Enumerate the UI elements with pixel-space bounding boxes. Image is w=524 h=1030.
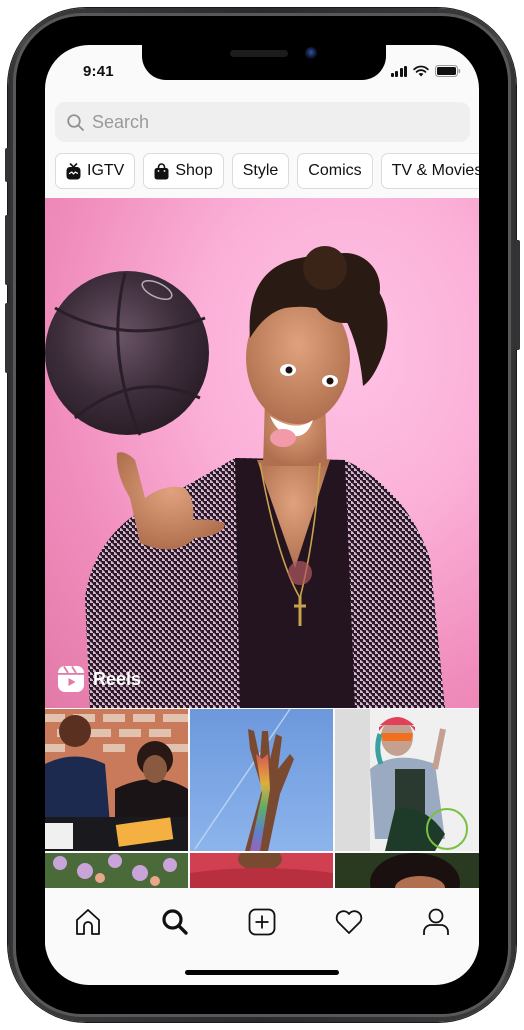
power-button (515, 240, 520, 350)
featured-reel[interactable]: Reels (45, 198, 479, 708)
screen: 9:41 Search IGTV Shop Style Comics TV & … (45, 45, 479, 985)
cellular-signal-icon (390, 65, 407, 77)
category-chips: IGTV Shop Style Comics TV & Movies (55, 153, 479, 189)
reels-icon (58, 666, 84, 692)
search-icon (162, 909, 188, 935)
grid-tile[interactable] (190, 709, 333, 851)
igtv-icon (66, 162, 81, 179)
chip-shop[interactable]: Shop (143, 153, 224, 189)
home-indicator[interactable] (185, 970, 339, 975)
reels-title: Reels (93, 668, 142, 689)
reels-label: Reels (57, 665, 141, 693)
add-post-icon (248, 908, 276, 936)
chip-label: Shop (175, 162, 213, 179)
chip-label: Style (242, 162, 279, 179)
grid-tile[interactable] (45, 709, 188, 851)
explore-grid (45, 709, 479, 888)
grid-tile[interactable] (335, 709, 479, 851)
tab-activity[interactable] (325, 902, 373, 942)
grid-image-person-wheelchair (335, 709, 479, 851)
grid-image-portrait (335, 853, 479, 888)
front-camera (305, 47, 317, 59)
battery-icon (435, 65, 461, 77)
status-icons (390, 65, 462, 77)
grid-image-painting (45, 709, 188, 851)
grid-tile[interactable] (45, 853, 188, 888)
wifi-icon (413, 65, 429, 77)
chip-comics[interactable]: Comics (297, 153, 373, 189)
status-time: 9:41 (83, 63, 114, 80)
chip-igtv[interactable]: IGTV (55, 153, 136, 189)
search-input[interactable] (92, 111, 432, 133)
tab-profile[interactable] (412, 902, 460, 942)
search-bar[interactable] (55, 102, 470, 142)
volume-down-button (5, 303, 10, 373)
profile-icon (422, 908, 449, 935)
home-icon (76, 909, 101, 935)
chip-tv-movies[interactable]: TV & Movies (380, 153, 479, 189)
volume-up-button (5, 215, 10, 285)
chip-label: IGTV (87, 162, 125, 179)
featured-reel-image (45, 246, 445, 708)
tab-bar (45, 890, 479, 950)
speaker-grille (230, 50, 288, 57)
chip-style[interactable]: Style (231, 153, 290, 189)
grid-tile[interactable] (335, 853, 479, 888)
heart-icon (335, 910, 362, 934)
tab-new-post[interactable] (238, 902, 286, 942)
tab-home[interactable] (64, 902, 112, 942)
grid-image-rhinestone-hand (190, 709, 333, 851)
chip-label: Comics (308, 162, 362, 179)
grid-image-flowers (45, 853, 188, 888)
chip-label: TV & Movies (391, 162, 479, 179)
search-icon (67, 113, 84, 131)
grid-tile[interactable] (190, 853, 333, 888)
notch (142, 45, 386, 80)
shopping-bag-icon (154, 162, 169, 179)
silent-switch (5, 148, 10, 182)
tab-search[interactable] (151, 902, 199, 942)
grid-image-red-hoodie (190, 853, 333, 888)
